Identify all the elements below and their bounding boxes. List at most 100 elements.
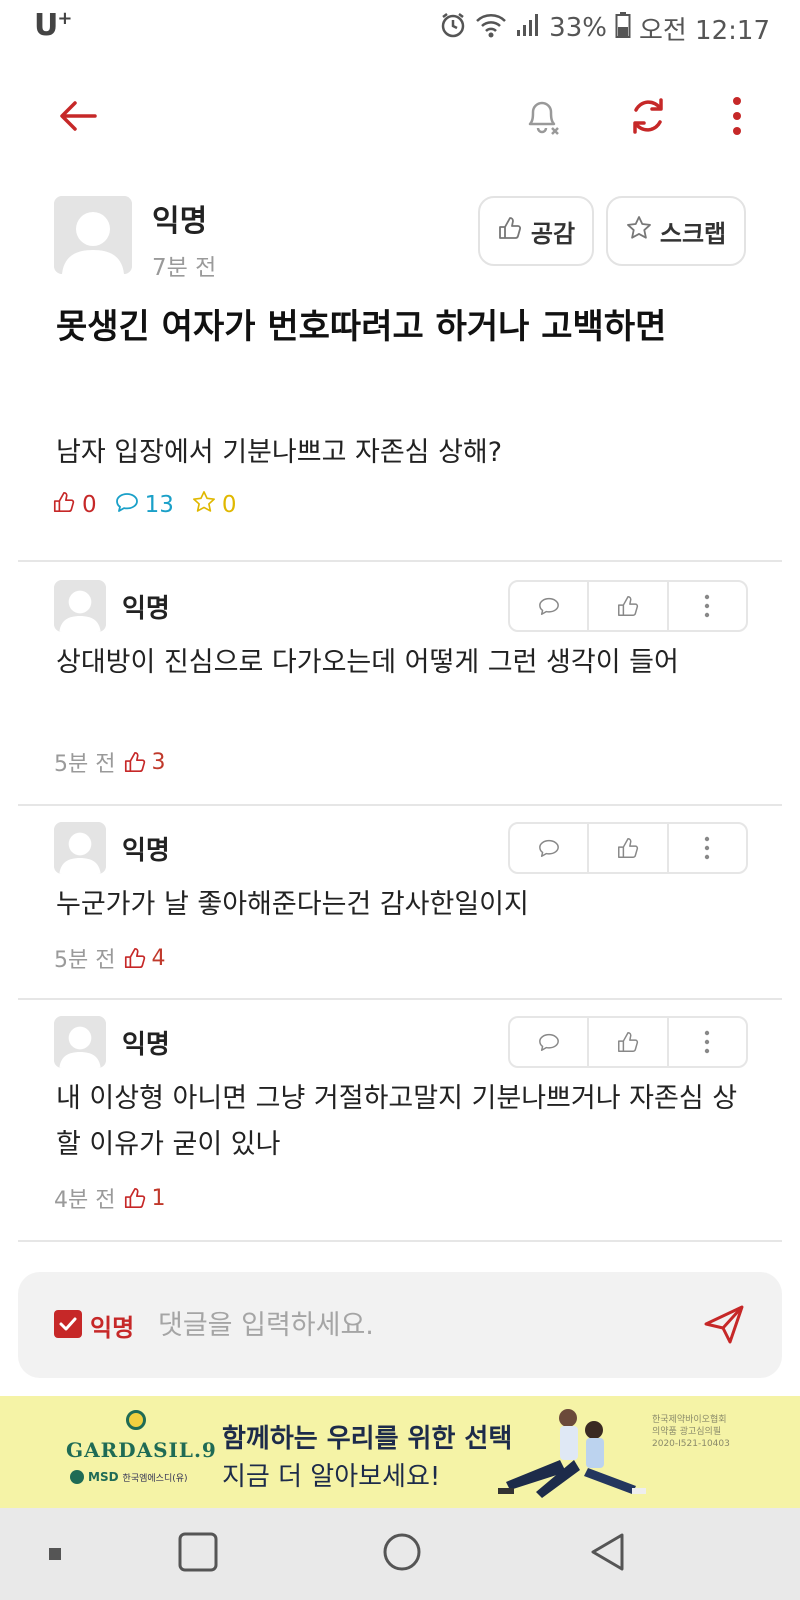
comment-actions [508,1016,748,1068]
system-nav-bar [0,1508,800,1600]
anonymous-checkbox[interactable] [54,1310,82,1338]
checkmark-icon [59,1317,77,1331]
more-vertical-icon [705,594,710,618]
post-scrap-count: 0 [192,490,237,520]
comment-author: 익명 [122,594,170,624]
square-icon [178,1532,218,1572]
post-body: 남자 입장에서 기분나쁘고 자존심 상해? [56,437,503,468]
post-title: 못생긴 여자가 번호따려고 하거나 고백하면 [56,307,667,347]
back-nav-button[interactable] [588,1532,628,1576]
signal-icon [515,12,541,45]
comment-time: 4분 전 [54,1188,116,1213]
divider [18,560,782,562]
star-icon [626,215,652,247]
post-time: 7분 전 [152,255,217,281]
comment-more-button[interactable] [666,824,746,872]
notification-off-button[interactable] [514,90,570,146]
more-options-button[interactable] [712,90,762,146]
home-button[interactable] [382,1532,422,1576]
thumbs-up-icon [125,751,146,773]
comment-input[interactable] [158,1300,678,1350]
comment-input-bar: 익명 [18,1272,782,1378]
comment-more-button[interactable] [666,582,746,630]
comment-like-count: 4 [123,946,165,971]
scrap-button[interactable]: 스크랩 [606,196,746,266]
scrap-button-label: 스크랩 [659,219,727,248]
circle-icon [383,1533,421,1571]
thumbs-up-icon [125,947,146,969]
comment-meta: 5분 전 4 [54,942,165,974]
comment-item: 익명 내 이상형 아니면 그냥 거절하고말지 기분나쁘거나 자존심 상할 이유가… [0,1016,800,1238]
comment-author: 익명 [122,836,170,866]
reply-button[interactable] [510,824,587,872]
star-icon [192,490,216,520]
send-button[interactable] [702,1302,746,1350]
ad-company: MSD 한국엠에스디(유) [70,1470,188,1484]
battery-icon [615,11,631,46]
default-profile-icon [54,822,106,874]
more-vertical-icon [705,836,710,860]
post-comment-count: 13 [115,490,174,520]
app-bar [0,72,800,162]
comment-like-button[interactable] [587,824,666,872]
refresh-icon [627,95,669,141]
recent-apps-button[interactable] [178,1532,218,1576]
default-profile-icon [54,580,106,632]
comment-author: 익명 [122,1030,170,1060]
divider [18,804,782,806]
speech-bubble-icon [538,839,559,857]
avatar [54,1016,106,1068]
status-bar: U+ 33% 오전 12:17 [0,0,800,56]
reply-button[interactable] [510,1018,587,1066]
anonymous-label[interactable]: 익명 [90,1308,134,1343]
default-profile-icon [54,196,132,274]
square-dot-icon [49,1548,61,1560]
thumbs-up-icon [618,1032,639,1052]
comment-like-button[interactable] [587,582,666,630]
comment-like-count: 1 [123,1186,165,1211]
back-button[interactable] [52,92,104,144]
recents-dot-button[interactable] [48,1546,62,1565]
thumbs-up-icon [618,838,639,858]
comment-time: 5분 전 [54,752,116,777]
like-button-label: 공감 [530,219,576,248]
triangle-back-icon [591,1533,624,1571]
status-indicators: 33% 오전 12:17 [439,10,770,46]
comment-item: 익명 누군가가 날 좋아해준다는건 감사한일이지 5분 전 4 [0,822,800,994]
comment-meta: 4분 전 1 [54,1182,165,1214]
thumbs-up-icon [618,596,639,616]
comment-actions [508,580,748,632]
clock: 오전 12:17 [638,15,770,46]
like-button[interactable]: 공감 [478,196,594,266]
comment-like-button[interactable] [587,1018,666,1066]
post-stats: 0 13 0 [52,490,237,520]
comment-like-count: 3 [123,750,165,775]
reply-button[interactable] [510,582,587,630]
speech-bubble-icon [538,1033,559,1051]
post-like-count: 0 [52,490,97,520]
comment-text: 누군가가 날 좋아해준다는건 감사한일이지 [56,889,529,920]
comment-meta: 5분 전 3 [54,746,165,778]
send-icon [704,1305,744,1344]
msd-logo-icon [70,1470,84,1484]
ad-people-illustration [498,1409,646,1498]
ad-banner[interactable]: GARDASIL.9 MSD 한국엠에스디(유) 함께하는 우리를 위한 선택 … [0,1396,800,1508]
more-vertical-icon [732,96,742,140]
more-vertical-icon [705,1030,710,1054]
divider [18,998,782,1000]
speech-bubble-icon [538,597,559,615]
comment-more-button[interactable] [666,1018,746,1066]
bell-off-icon [520,94,564,142]
refresh-button[interactable] [620,90,676,146]
post-author: 익명 [152,204,208,239]
comment-item: 익명 상대방이 진심으로 다가오는데 어떻게 그런 생각이 들어 5분 전 3 [0,580,800,802]
thumbs-up-icon [497,215,523,247]
comment-actions [508,822,748,874]
ad-brand: GARDASIL.9 [66,1438,217,1462]
thumbs-up-icon [125,1187,146,1209]
default-profile-icon [54,1016,106,1068]
alarm-icon [439,11,467,46]
speech-bubble-icon [115,490,139,520]
ad-approval-note: 한국제약바이오협회 의약품 광고심의필 2020-I521-10403 [652,1415,730,1449]
battery-percent: 33% [549,13,607,43]
